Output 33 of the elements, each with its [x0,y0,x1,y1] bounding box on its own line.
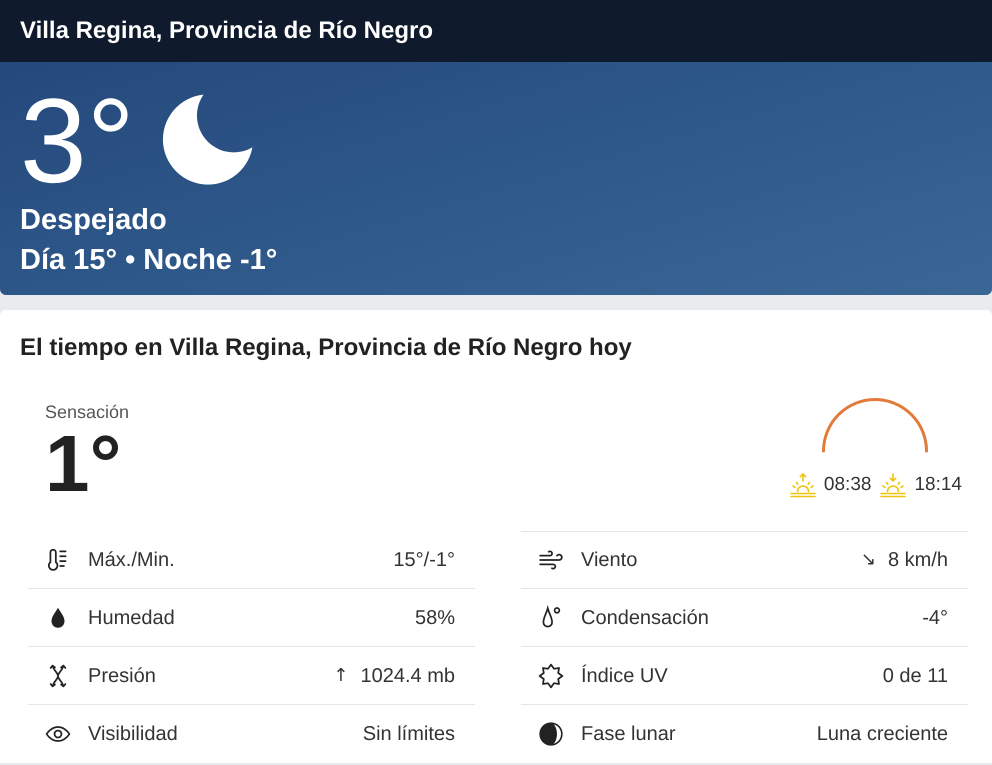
detail-label: Fase lunar [581,722,676,747]
card-title: El tiempo en Villa Regina, Provincia de Río Negro hoy [19,334,633,362]
detail-label: Presión [88,664,156,688]
detail-value: 1024.4 mb [360,664,455,688]
detail-value: Luna creciente [816,722,948,747]
detail-value: 15°/-1° [393,548,455,572]
condition-text: Despejado [20,204,168,236]
sunrise-icon [788,472,817,498]
detail-label: Viento [581,548,638,573]
arrow-symbol: ↑ [333,666,348,684]
current-temperature: 3° [20,81,135,201]
location-title: Villa Regina, Provincia de Río Negro [20,16,434,46]
detail-value: 58% [414,606,455,630]
detail-label: Humedad [88,606,175,630]
detail-label: Condensación [581,606,709,630]
day-night-temperatures: Día 15° • Noche -1° [20,244,278,276]
detail-label: Máx./Min. [88,548,175,572]
detail-value: 0 de 11 [882,664,948,688]
sunrise-time: 08:38 [824,473,872,497]
sun-arc-icon [821,395,930,453]
detail-label: Visibilidad [88,722,178,747]
sunset-time: 18:14 [914,473,962,497]
feels-like-label: Sensación [45,401,130,423]
arrow-symbol: ↘ [860,551,876,569]
detail-label: Índice UV [581,664,668,688]
crescent-moon-icon [162,92,254,187]
detail-value: Sin límites [362,722,455,747]
sunset-icon [879,472,908,498]
detail-value: 8 km/h [888,548,948,573]
moon-phase-icon [538,721,564,747]
sun-burst-icon [538,662,564,688]
feels-like-value: 1° [45,424,122,504]
detail-value: -4° [922,606,948,630]
